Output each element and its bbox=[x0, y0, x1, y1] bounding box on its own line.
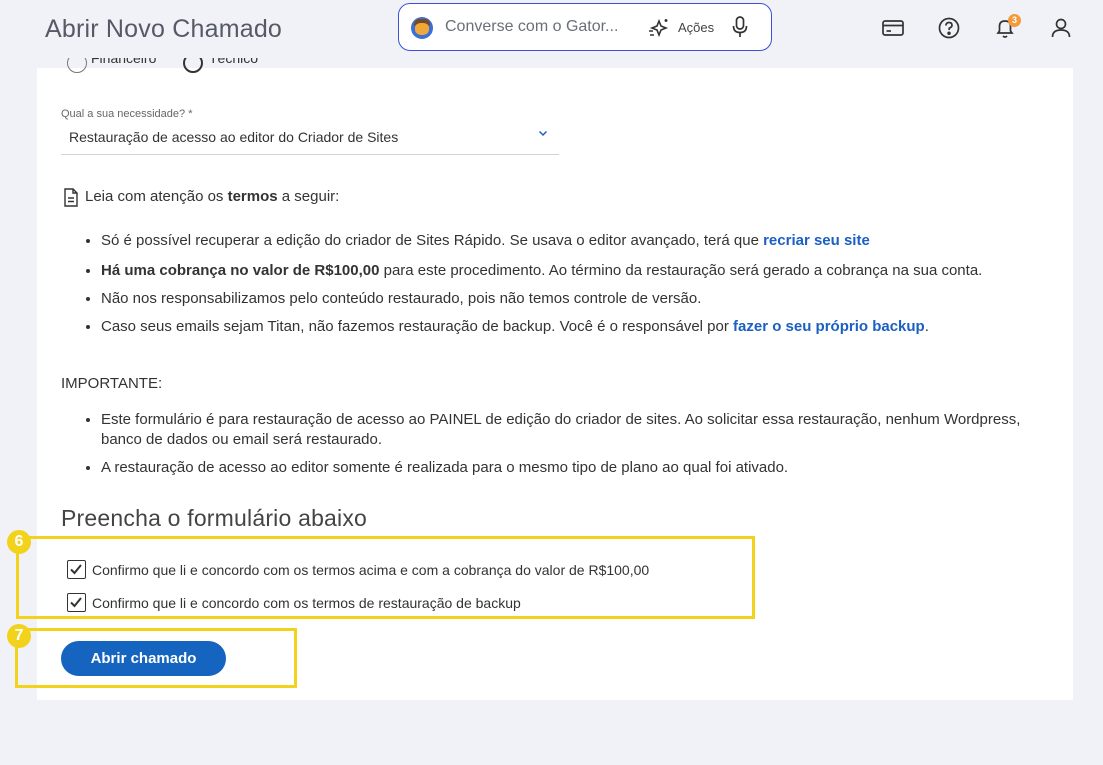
important-list: Este formulário é para restauração de ac… bbox=[83, 410, 1043, 478]
radio-label-tecnico: Técnico bbox=[209, 58, 259, 66]
need-field-label: Qual a sua necessidade? * bbox=[61, 108, 193, 120]
own-backup-link[interactable]: fazer o seu próprio backup bbox=[733, 318, 925, 335]
top-bar: Abrir Novo Chamado Converse com o Gator.… bbox=[0, 0, 1103, 62]
highlight-box-step-6 bbox=[16, 536, 755, 619]
chat-placeholder[interactable]: Converse com o Gator... bbox=[445, 18, 618, 36]
important-item-2: A restauração de acesso ao editor soment… bbox=[101, 458, 1043, 478]
recreate-site-link[interactable]: recriar seu site bbox=[763, 232, 870, 249]
document-icon bbox=[64, 188, 78, 207]
term-2-bold: Há uma cobrança no valor de R$100,00 bbox=[101, 262, 380, 279]
notification-badge: 3 bbox=[1008, 14, 1021, 27]
need-select[interactable]: Restauração de acesso ao editor do Criad… bbox=[69, 129, 398, 145]
term-item-3: Não nos responsabilizamos pelo conteúdo … bbox=[101, 289, 1043, 309]
terms-intro-text: Leia com atenção os bbox=[85, 188, 228, 205]
microphone-icon[interactable] bbox=[731, 15, 749, 39]
terms-intro-suffix: a seguir: bbox=[277, 188, 340, 205]
sparkle-actions-icon[interactable] bbox=[647, 16, 671, 40]
term-item-4: Caso seus emails sejam Titan, não fazemo… bbox=[101, 317, 1043, 337]
credit-card-icon[interactable] bbox=[880, 15, 906, 41]
gator-chat-input[interactable]: Converse com o Gator... Ações bbox=[398, 3, 772, 51]
term-1-text: Só é possível recuperar a edição do cria… bbox=[101, 232, 764, 249]
page-title: Abrir Novo Chamado bbox=[45, 15, 283, 43]
term-item-2: Há uma cobrança no valor de R$100,00 par… bbox=[101, 261, 1043, 281]
department-radio-group: Financeiro Técnico bbox=[67, 58, 307, 80]
radio-tecnico[interactable] bbox=[183, 58, 203, 73]
step-6-marker: 6 bbox=[7, 530, 31, 554]
gator-avatar-icon bbox=[411, 17, 433, 39]
form-heading: Preencha o formulário abaixo bbox=[61, 505, 368, 531]
term-2-text: para este procedimento. Ao término da re… bbox=[379, 262, 983, 279]
actions-label[interactable]: Ações bbox=[678, 20, 714, 35]
term-item-1: Só é possível recuperar a edição do cria… bbox=[101, 231, 1043, 251]
important-item-1: Este formulário é para restauração de ac… bbox=[101, 410, 1043, 450]
terms-list: Só é possível recuperar a edição do cria… bbox=[83, 231, 1043, 337]
radio-label-financeiro: Financeiro bbox=[91, 58, 157, 66]
select-underline bbox=[61, 154, 559, 155]
step-7-marker: 7 bbox=[7, 624, 31, 648]
help-icon[interactable] bbox=[936, 15, 962, 41]
important-label: IMPORTANTE: bbox=[61, 375, 163, 392]
terms-intro-bold: termos bbox=[227, 188, 278, 205]
user-profile-icon[interactable] bbox=[1048, 15, 1074, 41]
term-3-text: Não nos responsabilizamos pelo conteúdo … bbox=[101, 290, 702, 307]
highlight-box-step-7 bbox=[15, 628, 297, 688]
term-4-text: Caso seus emails sejam Titan, não fazemo… bbox=[101, 318, 734, 335]
chevron-down-icon[interactable] bbox=[537, 127, 549, 139]
term-4-end: . bbox=[924, 318, 929, 335]
radio-financeiro[interactable] bbox=[67, 58, 87, 73]
